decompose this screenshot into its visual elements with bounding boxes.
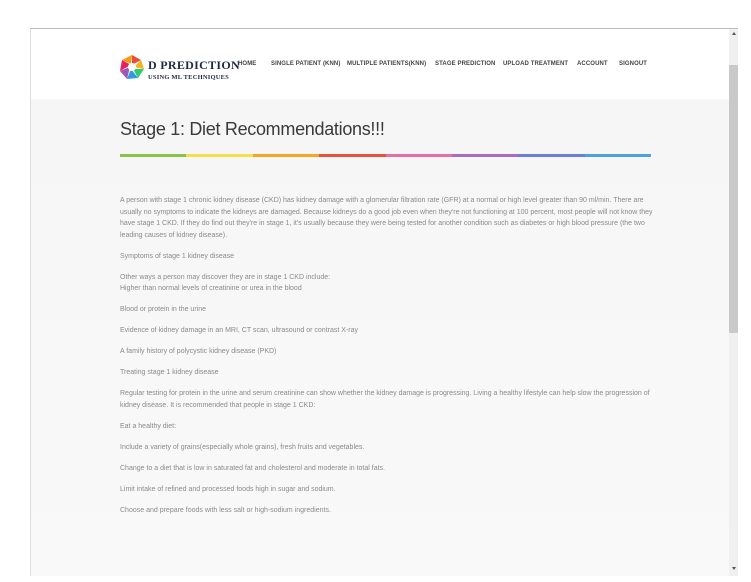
diet-item-fat: Change to a diet that is low in saturate… bbox=[120, 464, 385, 472]
divider-segment bbox=[252, 154, 320, 157]
divider-segment bbox=[319, 154, 386, 157]
nav-upload-treatment[interactable]: UPLOAD TREATMENT bbox=[503, 61, 568, 67]
diet-item-salt: Choose and prepare foods with less salt … bbox=[120, 506, 331, 514]
nav-stage-prediction[interactable]: STAGE PREDICTION bbox=[435, 61, 496, 67]
page-title: Stage 1: Diet Recommendations!!! bbox=[120, 119, 385, 139]
scroll-up-icon[interactable] bbox=[732, 32, 736, 35]
diet-item-sugar: Limit intake of refined and processed fo… bbox=[120, 485, 336, 493]
logo-icon[interactable] bbox=[119, 54, 145, 80]
diet-item-grains: Include a variety of grains(especially w… bbox=[120, 443, 365, 451]
brand-title[interactable]: D PREDICTION bbox=[148, 58, 240, 73]
list-item-evidence: Evidence of kidney damage in an MRI, CT … bbox=[120, 327, 358, 334]
main-content: Stage 1: Diet Recommendations!!! A perso… bbox=[31, 99, 738, 576]
divider-segment bbox=[584, 154, 651, 157]
divider-segment bbox=[186, 154, 253, 157]
nav-signout[interactable]: SIGNOUT bbox=[619, 61, 647, 67]
nav-multiple-patients[interactable]: MULTIPLE PATIENTS(KNN) bbox=[347, 61, 426, 67]
scroll-down-icon[interactable] bbox=[732, 567, 736, 570]
divider-segment bbox=[385, 154, 452, 157]
divider-segment bbox=[518, 154, 585, 157]
site-header: D PREDICTION USING ML TECHNIQUES HOME SI… bbox=[31, 29, 738, 99]
nav-home[interactable]: HOME bbox=[238, 61, 256, 67]
list-item-blood: Blood or protein in the urine bbox=[120, 306, 206, 313]
nav-single-patient[interactable]: SINGLE PATIENT (KNN) bbox=[271, 61, 340, 67]
browser-window: D PREDICTION USING ML TECHNIQUES HOME SI… bbox=[30, 28, 738, 576]
eat-healthy-heading: Eat a healthy diet: bbox=[120, 422, 177, 430]
symptoms-heading: Symptoms of stage 1 kidney disease bbox=[120, 252, 235, 260]
brand-subtitle: USING ML TECHNIQUES bbox=[148, 74, 229, 81]
title-divider bbox=[120, 154, 651, 157]
treating-heading: Treating stage 1 kidney disease bbox=[120, 369, 219, 376]
discover-heading: Other ways a person may discover they ar… bbox=[120, 273, 331, 281]
scrollbar-thumb[interactable] bbox=[729, 65, 738, 333]
list-item-family-history: A family history of polycystic kidney di… bbox=[120, 348, 277, 355]
article-body: A person with stage 1 chronic kidney dis… bbox=[120, 195, 660, 526]
nav-account[interactable]: ACCOUNT bbox=[577, 61, 608, 67]
vertical-scrollbar[interactable] bbox=[729, 29, 738, 576]
regular-testing-paragraph: Regular testing for protein in the urine… bbox=[120, 390, 650, 409]
divider-segment bbox=[451, 154, 519, 157]
list-item-creatinine: Higher than normal levels of creatinine … bbox=[120, 285, 302, 292]
intro-paragraph: A person with stage 1 chronic kidney dis… bbox=[120, 197, 653, 239]
divider-segment bbox=[120, 154, 187, 157]
